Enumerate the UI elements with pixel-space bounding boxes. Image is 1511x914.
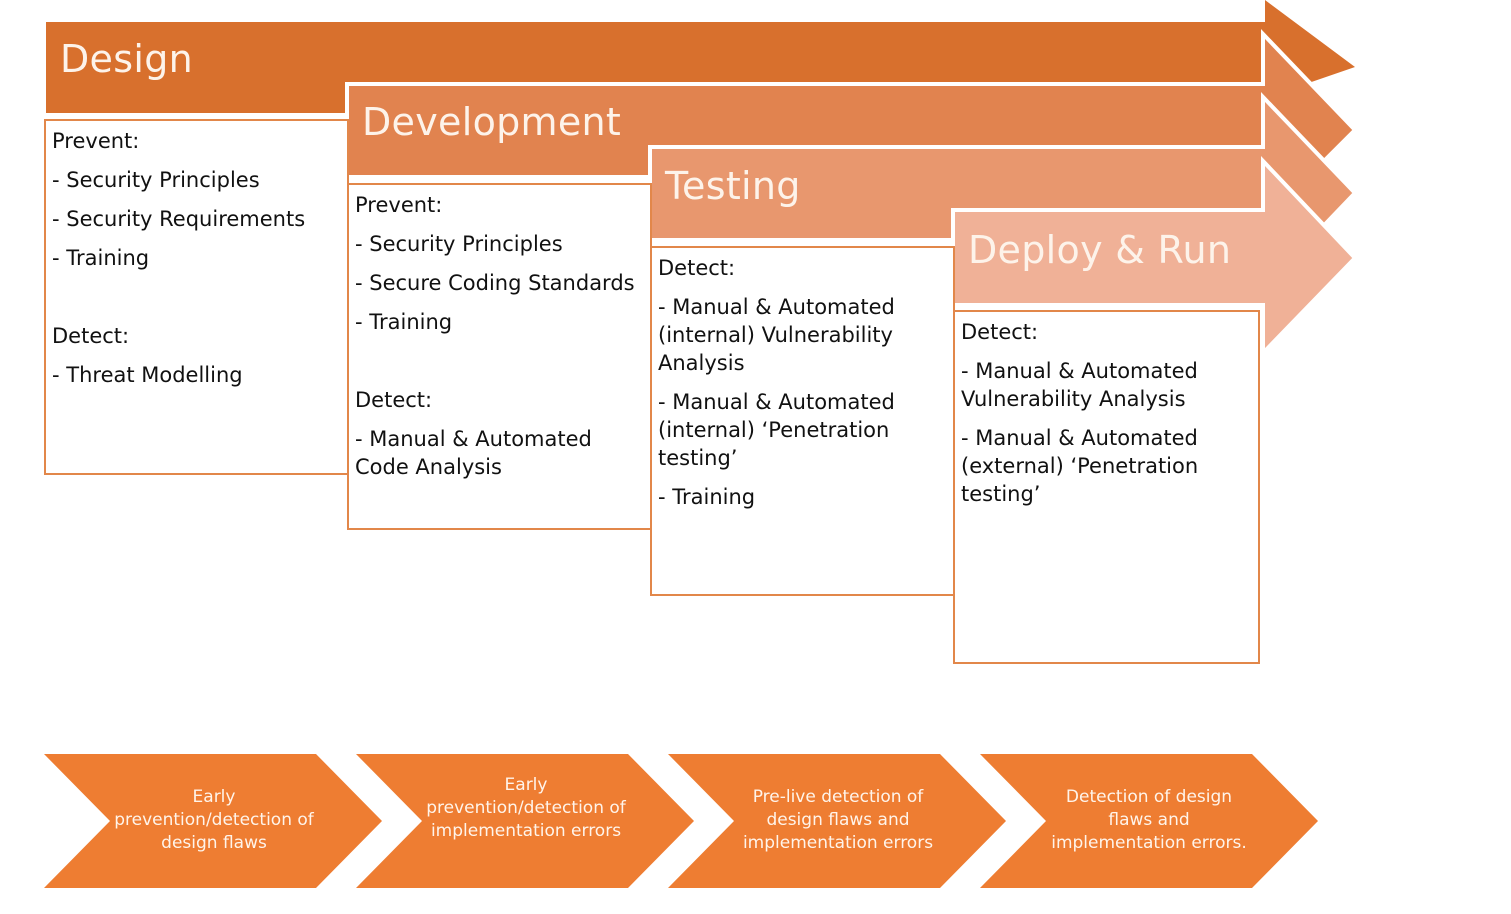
activity-item: - Training bbox=[52, 246, 150, 270]
detect-heading: Detect: bbox=[658, 256, 736, 280]
activity-item: - Training bbox=[355, 310, 453, 334]
prevent-heading: Prevent: bbox=[52, 129, 140, 153]
deploy-activities-box: Detect: - Manual & Automated Vulnerabili… bbox=[953, 310, 1260, 664]
activity-item: - Manual & Automated (internal) ‘Penetra… bbox=[658, 390, 895, 470]
activity-item: - Manual & Automated (internal) Vulnerab… bbox=[658, 295, 895, 375]
activity-item: - Manual & Automated Vulnerability Analy… bbox=[961, 359, 1198, 411]
outcome-label-3: Pre-live detection of design flaws and i… bbox=[742, 787, 934, 853]
development-activities-box: Prevent: - Security Principles - Secure … bbox=[347, 183, 652, 530]
activity-item: - Manual & Automated Code Analysis bbox=[355, 427, 592, 479]
activity-item: - Secure Coding Standards bbox=[355, 271, 635, 295]
activity-item: - Threat Modelling bbox=[52, 363, 243, 387]
detect-heading: Detect: bbox=[961, 320, 1039, 344]
stage-title-testing: Testing bbox=[665, 164, 801, 208]
outcome-label-1: Early prevention/detection of design fla… bbox=[114, 787, 314, 853]
design-activities-box: Prevent: - Security Principles - Securit… bbox=[44, 119, 349, 475]
stage-title-deploy: Deploy & Run bbox=[968, 228, 1232, 272]
detect-heading: Detect: bbox=[52, 324, 130, 348]
prevent-heading: Prevent: bbox=[355, 193, 443, 217]
activity-item: - Security Requirements bbox=[52, 207, 306, 231]
activity-item: - Manual & Automated (external) ‘Penetra… bbox=[961, 426, 1199, 506]
activity-item: - Security Principles bbox=[355, 232, 563, 256]
stage-title-development: Development bbox=[362, 100, 622, 144]
stage-title-design: Design bbox=[60, 37, 194, 81]
activity-item: - Security Principles bbox=[52, 168, 260, 192]
outcome-label-2: Early prevention/detection of implementa… bbox=[426, 775, 626, 841]
outcome-label-4: Detection of design flaws and implementa… bbox=[1051, 787, 1247, 853]
detect-heading: Detect: bbox=[355, 388, 433, 412]
activity-item: - Training bbox=[658, 485, 756, 509]
testing-activities-box: Detect: - Manual & Automated (internal) … bbox=[650, 246, 955, 596]
